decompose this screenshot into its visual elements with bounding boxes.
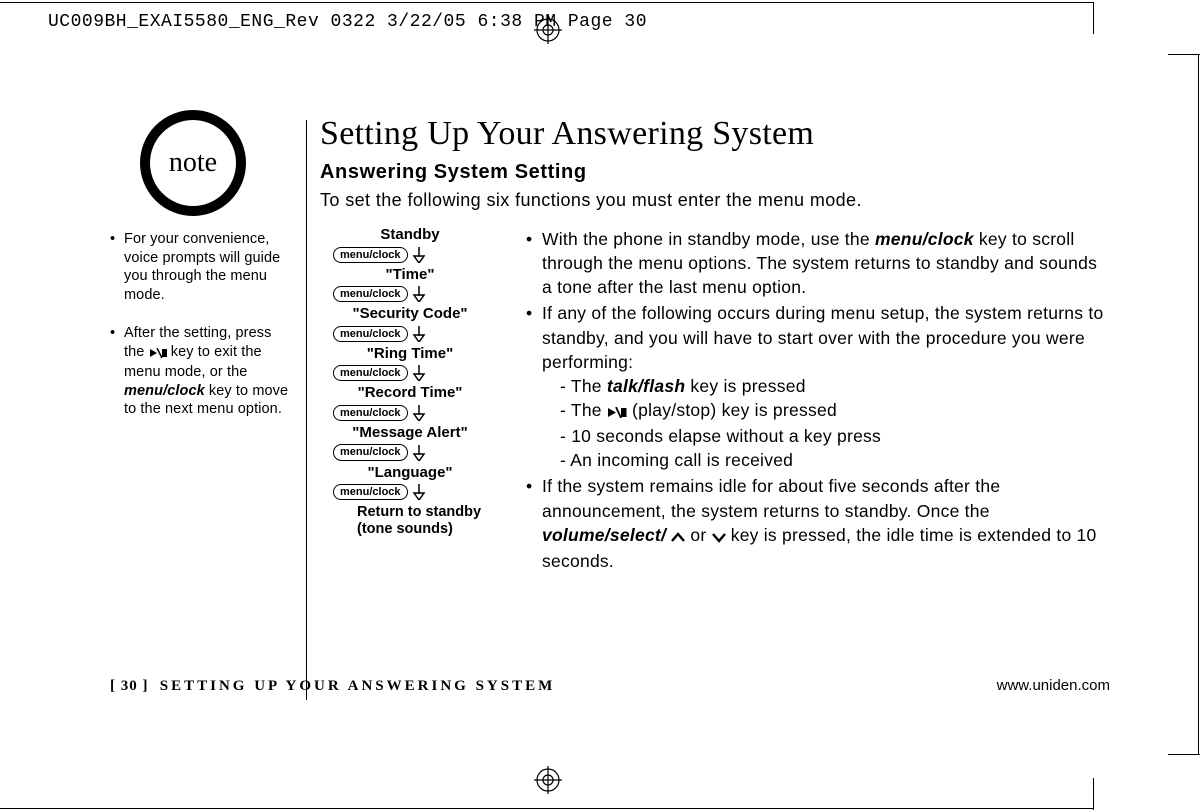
bullet-icon: • bbox=[526, 301, 542, 472]
down-chevron-icon bbox=[712, 525, 726, 549]
play-stop-icon bbox=[149, 345, 167, 364]
flow-step-return: Return to standby (tone sounds) bbox=[320, 504, 500, 537]
menu-clock-key-name: menu/clock bbox=[124, 383, 205, 399]
sidebar-note-item: • After the setting, press the key to ex… bbox=[110, 324, 295, 419]
play-stop-icon bbox=[607, 400, 627, 424]
footer-url: www.uniden.com bbox=[997, 677, 1110, 694]
down-arrow-icon bbox=[412, 365, 426, 381]
talk-flash-key-name: talk/flash bbox=[607, 376, 685, 396]
instruction-item: • If any of the following occurs during … bbox=[526, 301, 1110, 472]
main-content: Setting Up Your Answering System Answeri… bbox=[320, 115, 1110, 575]
page-title: Setting Up Your Answering System bbox=[320, 115, 1110, 153]
down-arrow-icon bbox=[412, 445, 426, 461]
sidebar-notes: • For your convenience, voice prompts wi… bbox=[110, 230, 295, 439]
sidebar-note-text: For your convenience, voice prompts will… bbox=[124, 230, 295, 304]
menu-clock-button-icon: menu/clock bbox=[333, 484, 408, 500]
instruction-item: • If the system remains idle for about f… bbox=[526, 474, 1110, 573]
down-arrow-icon bbox=[412, 484, 426, 500]
down-arrow-icon bbox=[412, 247, 426, 263]
crop-mark-bot-right-v bbox=[1093, 778, 1094, 810]
flow-step-ringtime: "Ring Time" bbox=[320, 346, 500, 363]
note-badge-label: note bbox=[138, 108, 248, 218]
bullet-icon: • bbox=[526, 474, 542, 573]
text-fragment: With the phone in standby mode, use the bbox=[542, 229, 875, 249]
menu-clock-button-icon: menu/clock bbox=[333, 247, 408, 263]
text-fragment: If any of the following occurs during me… bbox=[542, 303, 1104, 371]
page-number: [ 30 ] bbox=[110, 678, 149, 694]
text-fragment: key is pressed bbox=[685, 376, 805, 396]
menu-clock-button-icon: menu/clock bbox=[333, 286, 408, 302]
instruction-item: • With the phone in standby mode, use th… bbox=[526, 227, 1110, 299]
text-fragment: (play/stop) key is pressed bbox=[632, 400, 837, 420]
note-badge: note bbox=[138, 108, 248, 218]
text-fragment: An incoming call is received bbox=[570, 450, 793, 470]
section-heading: Answering System Setting bbox=[320, 161, 1110, 184]
menu-clock-button-icon: menu/clock bbox=[333, 365, 408, 381]
flow-step-language: "Language" bbox=[320, 465, 500, 482]
flow-step-messagealert: "Message Alert" bbox=[320, 425, 500, 442]
down-arrow-icon bbox=[412, 405, 426, 421]
flow-step-time: "Time" bbox=[320, 267, 500, 284]
sidebar-note-item: • For your convenience, voice prompts wi… bbox=[110, 230, 295, 304]
menu-clock-button-icon: menu/clock bbox=[333, 326, 408, 342]
menu-flow-diagram: Standby menu/clock "Time" menu/clock "Se… bbox=[320, 227, 500, 575]
instruction-list: • With the phone in standby mode, use th… bbox=[526, 227, 1110, 573]
intro-text: To set the following six functions you m… bbox=[320, 190, 1110, 211]
flow-step-recordtime: "Record Time" bbox=[320, 385, 500, 402]
sidebar-note-text: After the setting, press the key to exit… bbox=[124, 324, 295, 419]
bullet-icon: • bbox=[526, 227, 542, 299]
up-chevron-icon bbox=[671, 525, 685, 549]
text-fragment: Return to standby bbox=[357, 504, 481, 520]
text-fragment: The bbox=[571, 376, 607, 396]
down-arrow-icon bbox=[412, 286, 426, 302]
flow-step-security: "Security Code" bbox=[320, 306, 500, 323]
text-fragment: The bbox=[571, 400, 607, 420]
menu-clock-key-name: menu/clock bbox=[875, 229, 974, 249]
vertical-divider bbox=[306, 120, 307, 700]
crop-mark-top-right-v bbox=[1093, 2, 1094, 34]
text-fragment: If the system remains idle for about fiv… bbox=[542, 476, 1000, 520]
crop-mark-right bbox=[1198, 54, 1199, 754]
footer-section-title: SETTING UP YOUR ANSWERING SYSTEM bbox=[160, 678, 556, 694]
registration-mark-top bbox=[534, 16, 562, 44]
crop-mark-bottom bbox=[0, 808, 1094, 809]
page-footer: [ 30 ] SETTING UP YOUR ANSWERING SYSTEM … bbox=[110, 677, 1110, 695]
flow-step-standby: Standby bbox=[320, 227, 500, 244]
down-arrow-icon bbox=[412, 326, 426, 342]
menu-clock-button-icon: menu/clock bbox=[333, 405, 408, 421]
text-fragment: or bbox=[690, 525, 711, 545]
crop-mark-right-bot-h bbox=[1168, 754, 1200, 755]
bullet-icon: • bbox=[110, 324, 124, 419]
bullet-icon: • bbox=[110, 230, 124, 304]
volume-select-key-name: volume/select/ bbox=[542, 525, 666, 545]
text-fragment: (tone sounds) bbox=[357, 521, 453, 537]
text-fragment: 10 seconds elapse without a key press bbox=[571, 426, 881, 446]
registration-mark-bottom bbox=[534, 766, 562, 794]
crop-mark-right-top-h bbox=[1168, 54, 1200, 55]
page-content: note • For your convenience, voice promp… bbox=[50, 60, 1150, 760]
menu-clock-button-icon: menu/clock bbox=[333, 444, 408, 460]
crop-mark-top bbox=[0, 2, 1094, 3]
